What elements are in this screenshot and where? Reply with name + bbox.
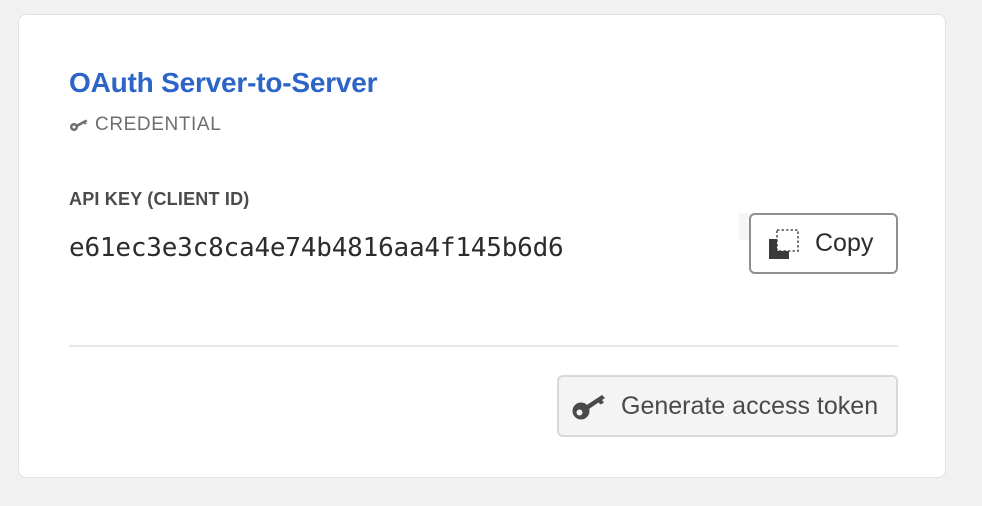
key-icon [571,391,609,421]
generate-access-token-label: Generate access token [621,391,879,420]
api-key-label: API KEY (CLIENT ID) [69,189,250,209]
copy-icon [767,227,801,261]
credential-card: OAuth Server-to-Server CREDENTIAL API KE… [18,14,946,478]
copy-button-label: Copy [815,229,874,257]
credential-title: OAuth Server-to-Server [69,67,378,98]
divider [69,345,898,347]
generate-access-token-button[interactable]: Generate access token [557,375,898,437]
key-icon [69,118,91,132]
copy-button[interactable]: Copy [749,213,898,274]
credential-type: CREDENTIAL [69,113,221,137]
credential-type-label: CREDENTIAL [95,114,222,135]
api-key-value: e61ec3e3c8ca4e74b4816aa4f145b6d6 [69,233,564,263]
